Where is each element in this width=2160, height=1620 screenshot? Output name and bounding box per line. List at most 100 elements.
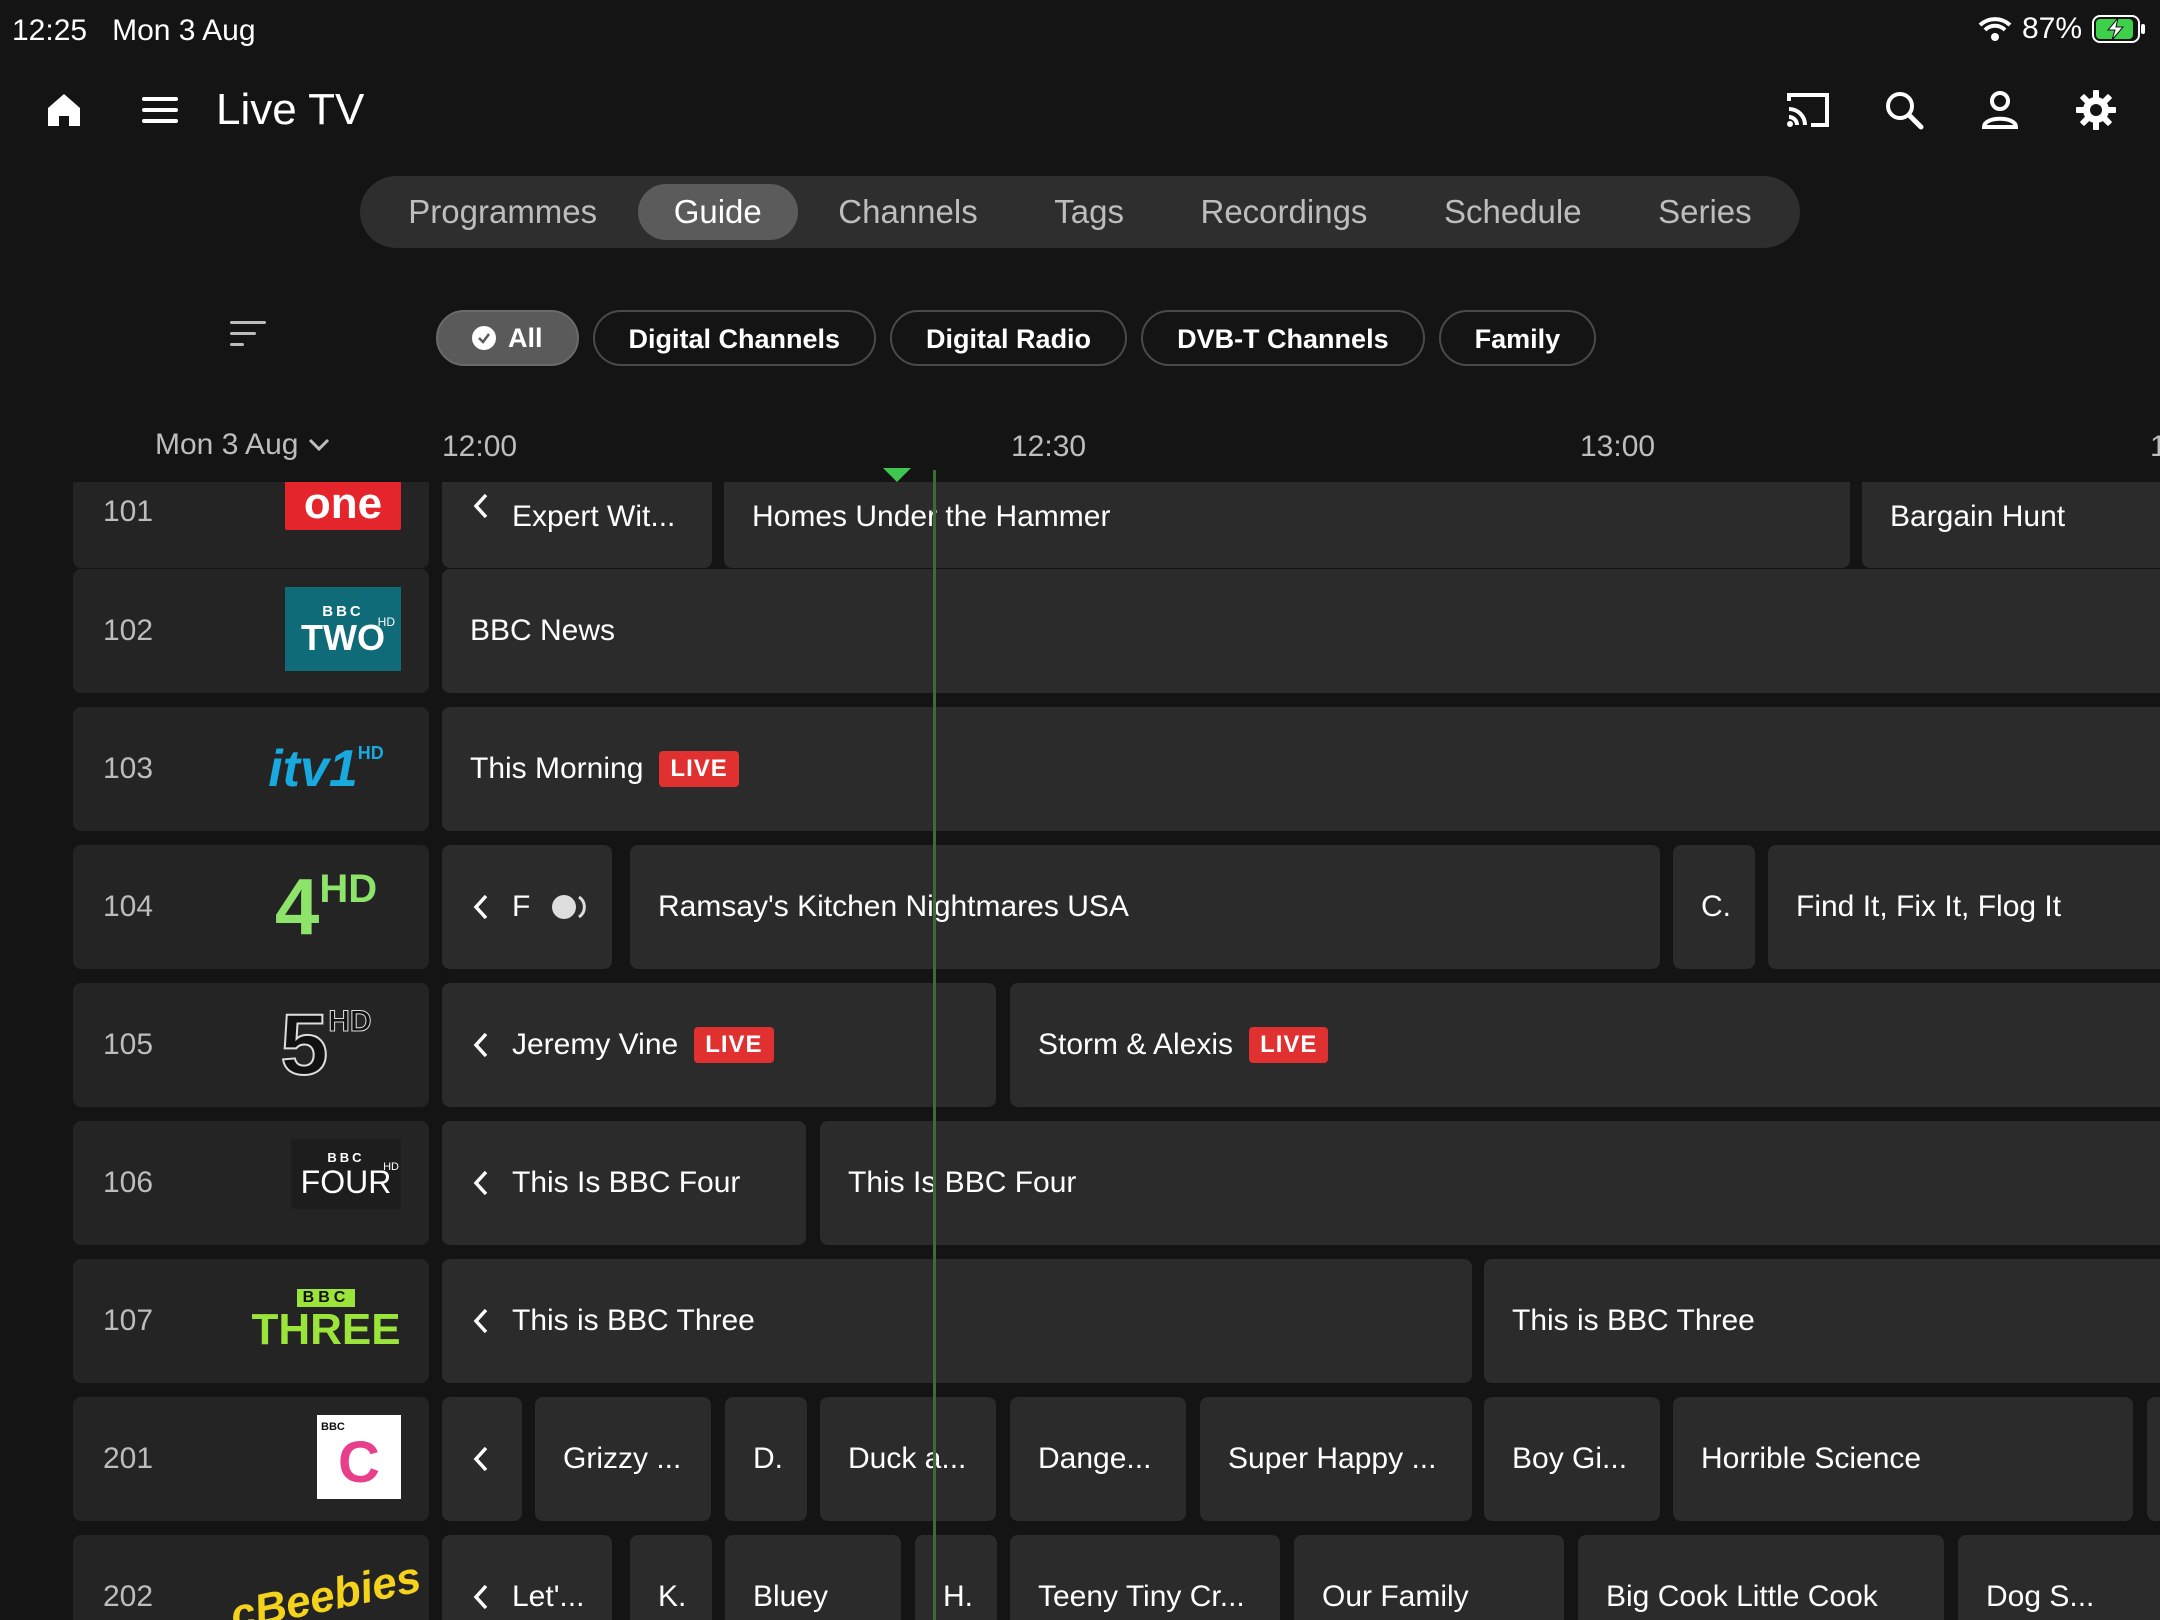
channel-number: 101 bbox=[103, 495, 154, 528]
chevron-left-icon bbox=[473, 1032, 488, 1058]
channel-cell[interactable]: 101 one bbox=[73, 482, 429, 568]
live-badge: LIVE bbox=[1249, 1027, 1329, 1063]
battery-charging-icon bbox=[2092, 15, 2145, 43]
current-time-line bbox=[933, 470, 936, 1620]
filter-all[interactable]: All bbox=[436, 310, 579, 366]
channel-cell[interactable]: 107 BBC THREE bbox=[73, 1259, 429, 1383]
filter-digital-radio[interactable]: Digital Radio bbox=[890, 310, 1128, 366]
programme-block[interactable]: Let'... bbox=[442, 1535, 612, 1620]
channel-row-102: 102 BBC TWO HD BBC News bbox=[0, 569, 2160, 693]
sort-icon bbox=[230, 321, 266, 346]
channel-cell[interactable]: 103 itv1 HD bbox=[73, 707, 429, 831]
channel-logo-bbc-three: BBC THREE bbox=[251, 1289, 401, 1354]
chevron-left-icon bbox=[473, 1584, 488, 1610]
programme-block[interactable]: Horrible Science bbox=[1673, 1397, 2133, 1521]
programme-block[interactable]: Our Family bbox=[1294, 1535, 1564, 1620]
channel-logo-cbeebies: cBeebies bbox=[226, 1552, 426, 1620]
channel-cell[interactable]: 202 cBeebies bbox=[73, 1535, 429, 1620]
tab-series[interactable]: Series bbox=[1622, 184, 1788, 240]
programme-block[interactable]: Duck a... bbox=[820, 1397, 996, 1521]
chevron-left-icon bbox=[473, 894, 488, 920]
channel-cell[interactable]: 104 4 HD bbox=[73, 845, 429, 969]
channel-cell[interactable]: 102 BBC TWO HD bbox=[73, 569, 429, 693]
programme-block[interactable]: This Is BBC Four bbox=[442, 1121, 806, 1245]
programme-block[interactable]: Find It, Fix It, Flog It bbox=[1768, 845, 2160, 969]
wifi-icon bbox=[1978, 17, 2012, 41]
channel-row-106: 106 BBC FOUR HD This Is BBC Four This Is… bbox=[0, 1121, 2160, 1245]
programme-block[interactable]: K. bbox=[630, 1535, 712, 1620]
programme-block[interactable]: Dange... bbox=[1010, 1397, 1186, 1521]
channel-row-201: 201 BBC C Grizzy ... D. Duck a... Dange.… bbox=[0, 1397, 2160, 1521]
user-icon bbox=[1981, 91, 2019, 129]
channel-number: 102 bbox=[103, 614, 154, 647]
menu-button[interactable] bbox=[132, 82, 188, 138]
channel-cell[interactable]: 201 BBC C bbox=[73, 1397, 429, 1521]
programme-block[interactable]: This is BBC Three bbox=[442, 1259, 1472, 1383]
home-button[interactable] bbox=[36, 82, 92, 138]
gear-icon bbox=[2076, 90, 2116, 130]
programme-block[interactable]: Bluey bbox=[725, 1535, 901, 1620]
chevron-left-icon bbox=[473, 1308, 488, 1334]
programme-block[interactable]: Boy Gi... bbox=[1484, 1397, 1660, 1521]
programme-block[interactable]: Bargain Hunt bbox=[1862, 482, 2160, 568]
programme-block[interactable]: Teeny Tiny Cr... bbox=[1010, 1535, 1280, 1620]
programme-block[interactable]: Ramsay's Kitchen Nightmares USA bbox=[630, 845, 1660, 969]
tab-tags[interactable]: Tags bbox=[1018, 184, 1160, 240]
filter-family[interactable]: Family bbox=[1438, 310, 1597, 366]
time-label-1200: 12:00 bbox=[442, 430, 518, 463]
programme-block[interactable]: This is BBC Three bbox=[1484, 1259, 2160, 1383]
channel-row-104: 104 4 HD F Ramsay's Kitchen Nightmares U… bbox=[0, 845, 2160, 969]
programme-block[interactable]: This Morning LIVE bbox=[442, 707, 2160, 831]
programme-block[interactable]: Expert Wit... bbox=[442, 482, 712, 568]
chevron-left-icon bbox=[473, 1446, 488, 1472]
channel-number: 202 bbox=[103, 1580, 154, 1613]
status-time-date: 12:25 Mon 3 Aug bbox=[12, 14, 256, 47]
channel-row-103: 103 itv1 HD This Morning LIVE bbox=[0, 707, 2160, 831]
channel-logo-bbc-four: BBC FOUR HD bbox=[291, 1139, 401, 1209]
programme-block[interactable]: Jeremy Vine LIVE bbox=[442, 983, 996, 1107]
time-label-1300: 13:00 bbox=[1580, 430, 1656, 463]
programme-block[interactable]: Storm & Alexis LIVE bbox=[1010, 983, 2160, 1107]
cast-icon bbox=[1787, 93, 1829, 127]
programme-block[interactable]: F bbox=[442, 845, 612, 969]
tab-schedule[interactable]: Schedule bbox=[1408, 184, 1618, 240]
cast-button[interactable] bbox=[1780, 82, 1836, 138]
settings-button[interactable] bbox=[2068, 82, 2124, 138]
programme-block[interactable] bbox=[2147, 1397, 2160, 1521]
search-icon bbox=[1886, 92, 1924, 130]
channel-number: 103 bbox=[103, 752, 154, 785]
filter-chips: All Digital Channels Digital Radio DVB-T… bbox=[436, 310, 1597, 366]
channel-cell[interactable]: 106 BBC FOUR HD bbox=[73, 1121, 429, 1245]
programme-block[interactable]: Homes Under the Hammer bbox=[724, 482, 1850, 568]
programme-block[interactable] bbox=[442, 1397, 522, 1521]
programme-block[interactable]: D. bbox=[725, 1397, 807, 1521]
programme-block[interactable]: Dog S... bbox=[1958, 1535, 2160, 1620]
account-button[interactable] bbox=[1972, 82, 2028, 138]
programme-block[interactable]: BBC News bbox=[442, 569, 2160, 693]
search-button[interactable] bbox=[1876, 82, 1932, 138]
audio-description-icon bbox=[552, 895, 587, 919]
programme-block[interactable]: Grizzy ... bbox=[535, 1397, 711, 1521]
programme-block[interactable]: C. bbox=[1673, 845, 1755, 969]
programme-block[interactable]: This Is BBC Four bbox=[820, 1121, 2160, 1245]
home-icon bbox=[48, 94, 80, 126]
tab-programmes[interactable]: Programmes bbox=[372, 184, 633, 240]
programme-block[interactable]: H. bbox=[915, 1535, 997, 1620]
sort-button[interactable] bbox=[228, 318, 276, 358]
filter-digital-channels[interactable]: Digital Channels bbox=[592, 310, 877, 366]
filter-dvbt-channels[interactable]: DVB-T Channels bbox=[1141, 310, 1425, 366]
channel-cell[interactable]: 105 5 HD bbox=[73, 983, 429, 1107]
tab-guide[interactable]: Guide bbox=[637, 184, 798, 240]
time-label-1230: 12:30 bbox=[1011, 430, 1087, 463]
date-selector[interactable]: Mon 3 Aug bbox=[155, 428, 330, 462]
channel-row-101: 101 one Expert Wit... Homes Under the Ha… bbox=[0, 482, 2160, 568]
tab-channels[interactable]: Channels bbox=[802, 184, 1013, 240]
view-tabs: Programmes Guide Channels Tags Recording… bbox=[360, 176, 1800, 248]
live-badge: LIVE bbox=[694, 1027, 774, 1063]
channel-number: 201 bbox=[103, 1442, 154, 1475]
battery-percentage: 87% bbox=[2021, 12, 2082, 45]
programme-block[interactable]: Big Cook Little Cook bbox=[1578, 1535, 1944, 1620]
channel-logo-cbbc: BBC C bbox=[317, 1415, 401, 1499]
programme-block[interactable]: Super Happy ... bbox=[1200, 1397, 1472, 1521]
tab-recordings[interactable]: Recordings bbox=[1165, 184, 1404, 240]
